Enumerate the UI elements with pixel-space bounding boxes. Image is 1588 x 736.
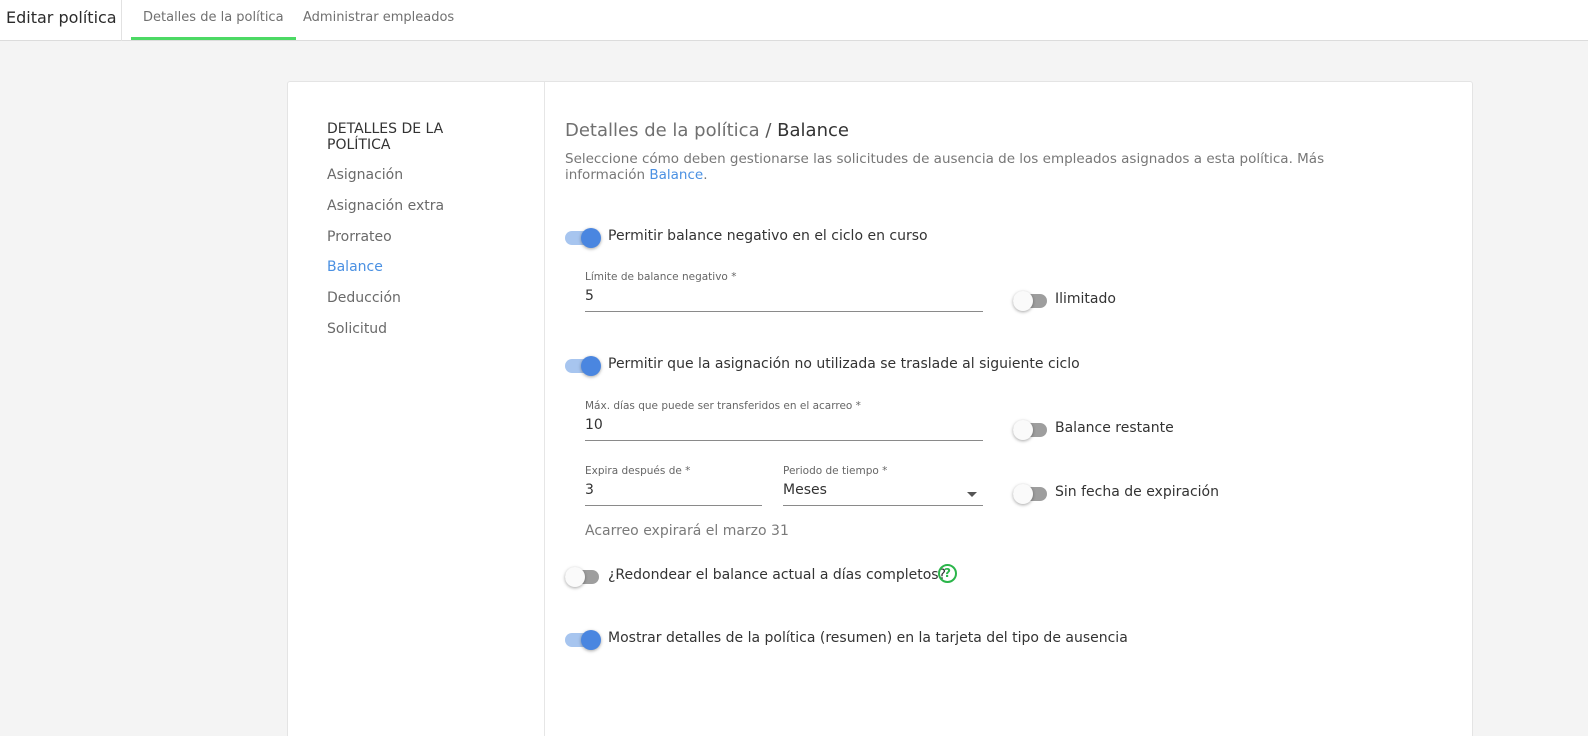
sidebar-item-balance[interactable]: Balance: [327, 259, 383, 275]
expires-input[interactable]: 3: [585, 482, 762, 506]
breadcrumb-parent[interactable]: Detalles de la política: [565, 120, 760, 141]
sidebar-item-deduccion[interactable]: Deducción: [327, 290, 401, 306]
sidebar-item-asignacion[interactable]: Asignación: [327, 167, 403, 183]
sidebar-heading: DETALLES DE LA POLÍTICA: [327, 121, 444, 153]
sidebar-divider: [544, 82, 545, 736]
remaining-balance-toggle[interactable]: [1013, 418, 1049, 440]
expires-field: Expira después de * 3: [585, 465, 762, 506]
breadcrumb: Detalles de la política / Balance: [565, 120, 849, 141]
period-field: Periodo de tiempo * Meses: [783, 465, 983, 506]
round-balance-label: ¿Redondear el balance actual a días comp…: [608, 567, 947, 583]
show-details-label: Mostrar detalles de la política (resumen…: [608, 630, 1128, 646]
chevron-down-icon[interactable]: [967, 492, 977, 497]
show-details-toggle[interactable]: [565, 628, 601, 650]
question-circle-icon[interactable]: ?: [938, 564, 957, 583]
description-link[interactable]: Balance: [649, 167, 703, 183]
negative-limit-field: Límite de balance negativo * 5: [585, 271, 983, 312]
round-balance-toggle[interactable]: [565, 565, 601, 587]
sidebar-item-prorrateo[interactable]: Prorrateo: [327, 229, 392, 245]
breadcrumb-current: Balance: [777, 120, 849, 141]
carryover-expiry-note: Acarreo expirará el marzo 31: [585, 523, 789, 539]
negative-balance-toggle[interactable]: [565, 226, 601, 248]
max-days-input[interactable]: 10: [585, 417, 983, 441]
description-suffix: .: [703, 167, 708, 183]
period-label: Periodo de tiempo *: [783, 465, 888, 477]
carryover-toggle[interactable]: [565, 354, 601, 376]
sidebar-item-solicitud[interactable]: Solicitud: [327, 321, 387, 337]
page-title: Editar política: [6, 8, 117, 27]
section-description: Seleccione cómo deben gestionarse las so…: [565, 151, 1325, 183]
no-expiry-label: Sin fecha de expiración: [1055, 484, 1219, 500]
negative-limit-label: Límite de balance negativo *: [585, 271, 737, 283]
breadcrumb-separator: /: [765, 120, 772, 141]
carryover-label: Permitir que la asignación no utilizada …: [608, 356, 1080, 372]
unlimited-toggle[interactable]: [1013, 289, 1049, 311]
tab-manage-employees[interactable]: Administrar empleados: [303, 10, 454, 25]
max-days-label: Máx. días que puede ser transferidos en …: [585, 400, 861, 412]
sidebar-item-asignacion-extra[interactable]: Asignación extra: [327, 198, 444, 214]
remaining-balance-label: Balance restante: [1055, 420, 1174, 436]
unlimited-label: Ilimitado: [1055, 291, 1116, 307]
max-days-field: Máx. días que puede ser transferidos en …: [585, 400, 983, 441]
no-expiry-toggle[interactable]: [1013, 482, 1049, 504]
negative-limit-input[interactable]: 5: [585, 288, 983, 312]
title-divider: [121, 0, 122, 41]
negative-balance-label: Permitir balance negativo en el ciclo en…: [608, 228, 928, 244]
expires-label: Expira después de *: [585, 465, 691, 477]
period-select[interactable]: Meses: [783, 482, 983, 506]
top-bar: Editar política Detalles de la política …: [0, 0, 1588, 41]
tab-policy-details[interactable]: Detalles de la política: [131, 10, 296, 40]
